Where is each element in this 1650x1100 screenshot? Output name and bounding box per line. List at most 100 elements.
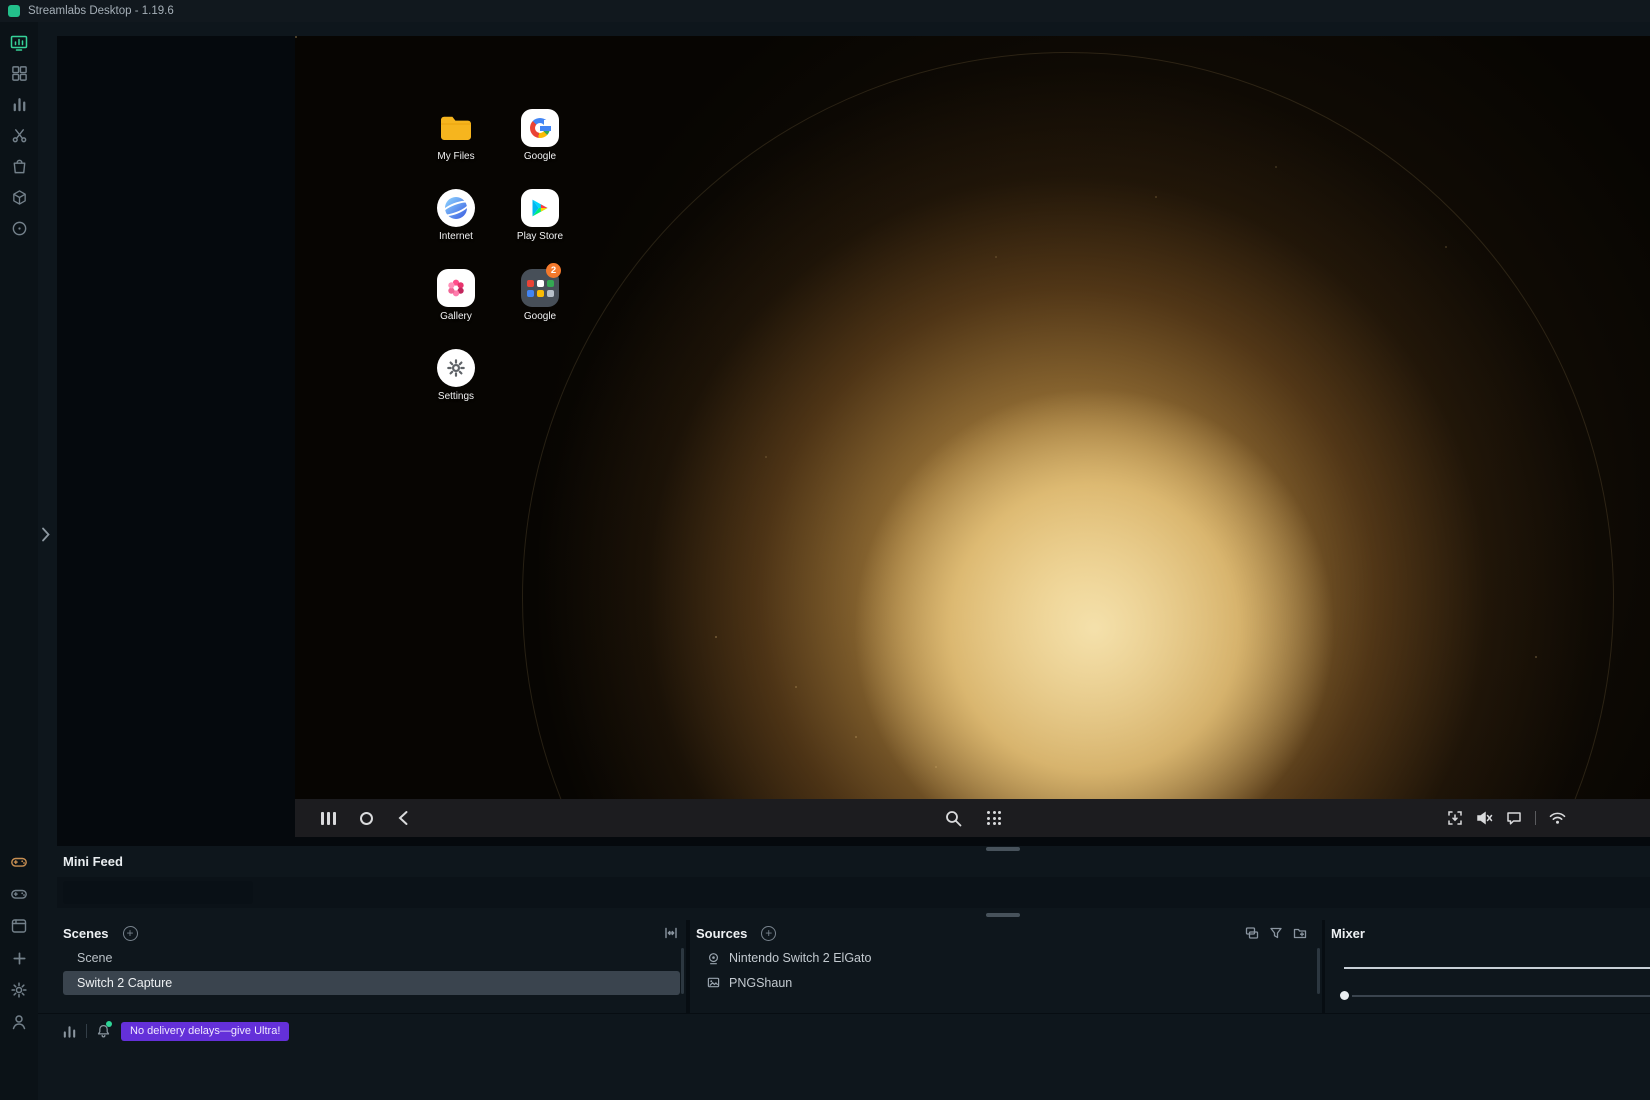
window-title: Streamlabs Desktop - 1.19.6	[28, 5, 174, 17]
app-label: Settings	[421, 391, 491, 402]
notification-dot	[106, 1021, 112, 1027]
scene-name: Scene	[77, 951, 112, 965]
search-icon	[945, 810, 962, 827]
image-icon	[707, 976, 720, 989]
scenes-header: Scenes	[57, 920, 686, 946]
minifeed-resize-handle[interactable]	[986, 847, 1020, 851]
editor-icon[interactable]	[0, 27, 38, 58]
source-list: Nintendo Switch 2 ElGato PNGShaun	[690, 946, 1322, 995]
tablet-app-google: Google	[505, 109, 575, 162]
mini-feed-title: Mini Feed	[63, 854, 123, 869]
performance-metrics-icon[interactable]	[62, 1024, 77, 1039]
wifi-icon	[1549, 811, 1566, 825]
add-folder-icon[interactable]	[1293, 926, 1307, 940]
status-row: No delivery delays—give Ultra!	[38, 1014, 1650, 1048]
google-icon	[521, 109, 559, 147]
bottom-panels: Scenes Scene Switch 2 Capture Sources	[57, 920, 1650, 1013]
volume-muted-icon	[1476, 810, 1493, 826]
scene-list: Scene Switch 2 Capture	[57, 946, 686, 995]
internet-icon	[437, 189, 475, 227]
recents-icon	[321, 812, 336, 825]
volume-meter	[1344, 967, 1650, 969]
play-store-icon	[521, 189, 559, 227]
chat-icon	[1506, 810, 1522, 826]
mixer-title: Mixer	[1331, 926, 1365, 941]
tablet-navbar	[295, 799, 1650, 837]
notifications-bell-icon[interactable]	[96, 1023, 111, 1039]
folder-badge: 2	[546, 263, 561, 278]
my-files-icon	[437, 109, 475, 147]
ultra-promo-badge[interactable]: No delivery delays—give Ultra!	[121, 1022, 289, 1041]
app-shortcut-1-icon[interactable]	[0, 846, 38, 878]
sources-header: Sources	[690, 920, 1322, 946]
mini-feed-header: Mini Feed	[57, 846, 1650, 877]
app-shortcut-2-icon[interactable]	[0, 878, 38, 910]
titlebar: Streamlabs Desktop - 1.19.6	[0, 0, 1650, 22]
user-icon[interactable]	[0, 1006, 38, 1038]
sidebar-bottom-group	[0, 846, 38, 1038]
app-label: Google	[505, 151, 575, 162]
settings-gear-icon[interactable]	[0, 974, 38, 1006]
sources-panel: Sources	[690, 920, 1322, 1013]
screen-capture-icon	[1447, 810, 1463, 826]
volume-slider-track[interactable]	[1352, 995, 1650, 997]
app-shortcut-3-icon[interactable]	[0, 910, 38, 942]
streamlabs-window: Streamlabs Desktop - 1.19.6	[0, 0, 1650, 1100]
sources-scrollbar[interactable]	[1317, 948, 1320, 994]
source-row[interactable]: PNGShaun	[690, 971, 1322, 996]
sidebar	[0, 22, 38, 1100]
add-scene-button[interactable]	[123, 926, 138, 941]
sidebar-expand-chevron[interactable]	[38, 522, 53, 546]
store-icon[interactable]	[0, 151, 38, 182]
dust-particles	[295, 36, 297, 38]
highlighter-icon[interactable]	[0, 120, 38, 151]
mini-feed-placeholder	[63, 881, 253, 904]
gallery-icon	[437, 269, 475, 307]
widgets-icon[interactable]	[0, 182, 38, 213]
app-label: Internet	[421, 231, 491, 242]
app-label: Gallery	[421, 311, 491, 322]
volume-slider-knob[interactable]	[1340, 991, 1349, 1000]
tablet-app-internet: Internet	[421, 189, 491, 242]
app-label: My Files	[421, 151, 491, 162]
scene-row[interactable]: Scene	[63, 946, 680, 971]
sources-title: Sources	[696, 926, 747, 941]
source-name: PNGShaun	[729, 976, 792, 990]
google-folder-icon: 2	[521, 269, 559, 307]
status-bar: No delivery delays—give Ultra!	[38, 1013, 1650, 1100]
tablet-app-play-store: Play Store	[505, 189, 575, 242]
app-label: Google	[505, 311, 575, 322]
scene-row-selected[interactable]: Switch 2 Capture	[63, 971, 680, 996]
tablet-app-google-folder: 2 Google	[505, 269, 575, 322]
help-icon[interactable]	[0, 213, 38, 244]
add-source-button[interactable]	[761, 926, 776, 941]
back-icon	[397, 810, 409, 826]
preview-video[interactable]: My Files Google Internet	[295, 36, 1650, 837]
copy-source-icon[interactable]	[1245, 926, 1259, 940]
webcam-icon	[707, 952, 720, 965]
source-name: Nintendo Switch 2 ElGato	[729, 951, 871, 965]
add-app-icon[interactable]	[0, 942, 38, 974]
source-row[interactable]: Nintendo Switch 2 ElGato	[690, 946, 1322, 971]
home-icon	[360, 812, 373, 825]
tablet-app-my-files: My Files	[421, 109, 491, 162]
panels-resize-handle[interactable]	[986, 913, 1020, 917]
filter-source-icon[interactable]	[1269, 926, 1283, 940]
sources-actions	[1245, 926, 1307, 940]
tablet-app-settings: Settings	[421, 349, 491, 402]
app-label: Play Store	[505, 231, 575, 242]
sidebar-top-group	[0, 27, 38, 244]
tablet-app-gallery: Gallery	[421, 269, 491, 322]
nav-separator	[1535, 811, 1536, 825]
apps-grid-icon	[987, 811, 1001, 825]
toggle-panes-icon[interactable]	[664, 926, 678, 940]
scenes-scrollbar[interactable]	[681, 948, 684, 994]
mini-feed-body	[57, 877, 1650, 908]
streamlabs-logo-icon	[8, 5, 20, 17]
scene-name: Switch 2 Capture	[77, 976, 172, 990]
scenes-title: Scenes	[63, 926, 109, 941]
dashboard-icon[interactable]	[0, 58, 38, 89]
mixer-panel: Mixer	[1325, 920, 1650, 1013]
status-separator	[86, 1024, 87, 1038]
stats-icon[interactable]	[0, 89, 38, 120]
